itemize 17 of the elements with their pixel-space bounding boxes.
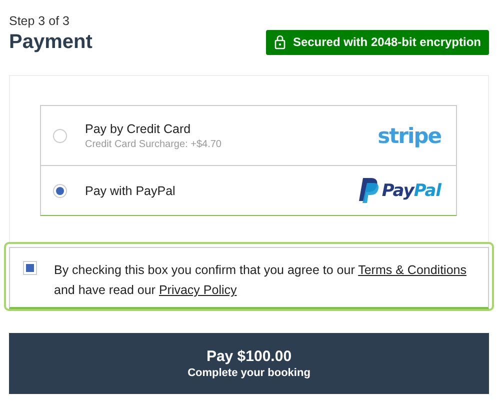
stripe-logo: stripe [378, 124, 441, 148]
step-label: Step 3 of 3 [9, 14, 70, 29]
lock-icon [274, 34, 286, 50]
security-badge: Secured with 2048-bit encryption [266, 30, 489, 55]
page-title: Payment [9, 30, 92, 54]
radio-button[interactable] [53, 184, 67, 198]
paypal-logo: PayPal [382, 180, 441, 200]
pay-button[interactable]: Pay $100.00 Complete your booking [9, 333, 489, 394]
radio-button[interactable] [53, 128, 67, 142]
policy-link[interactable]: Terms & Conditions [358, 263, 466, 277]
method-label: Pay by Credit Card [85, 122, 192, 136]
consent-checkbox[interactable] [23, 261, 37, 275]
paypal-p-icon [356, 177, 379, 204]
surcharge-note: Credit Card Surcharge: +$4.70 [85, 138, 222, 150]
policy-link[interactable]: Privacy Policy [158, 283, 237, 297]
method-label: Pay with PayPal [85, 184, 176, 198]
consent-text: By checking this box you confirm that you agree to our Terms & Conditions and have read our Privacy Policy [54, 262, 468, 299]
